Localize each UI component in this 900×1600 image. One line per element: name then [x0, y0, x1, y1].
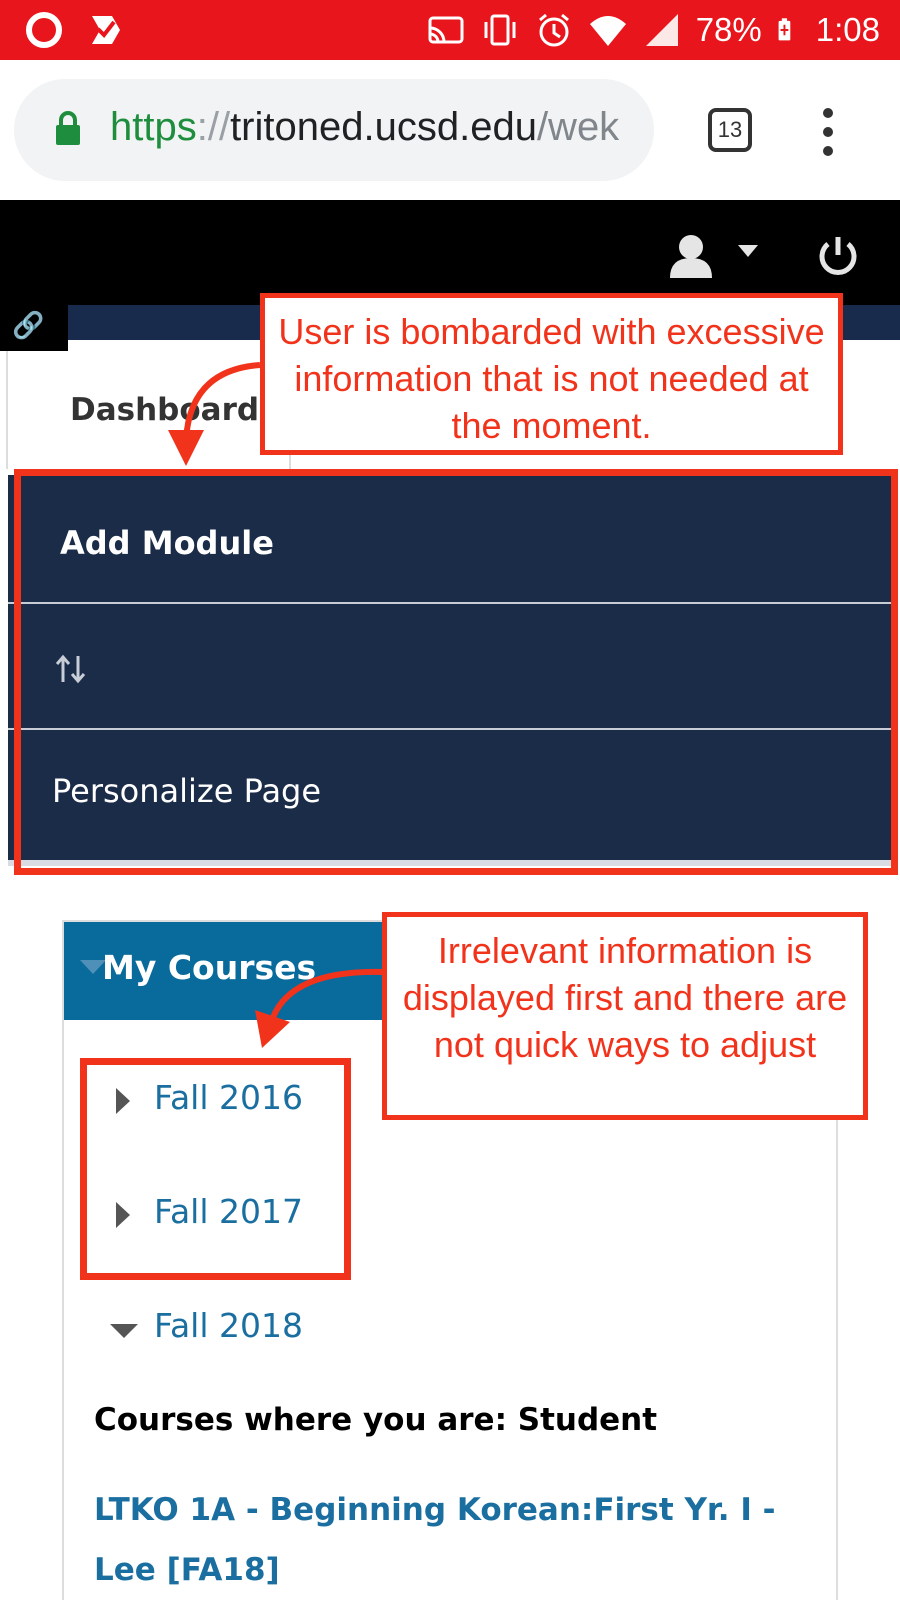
lock-icon — [56, 111, 80, 145]
url-path: /wek — [536, 105, 620, 149]
url-separator: :// — [196, 105, 231, 149]
vibrate-icon — [484, 14, 516, 46]
url-host: tritoned.ucsd.edu — [230, 105, 537, 149]
opera-icon — [26, 12, 62, 48]
highlight-box-menu — [14, 469, 898, 875]
chevron-down-icon[interactable] — [738, 245, 758, 257]
alarm-icon — [538, 13, 569, 47]
site-header — [0, 200, 900, 305]
browser-toolbar: https://tritoned.ucsd.edu/wek 13 — [0, 60, 900, 200]
highlight-box-terms — [80, 1058, 351, 1280]
power-icon[interactable] — [816, 234, 860, 278]
notification-icons — [24, 10, 126, 50]
status-bar: 78% 1:08 — [0, 0, 900, 60]
annotation-text: User is bombarded with excessive informa… — [278, 311, 825, 446]
role-heading: Courses where you are: Student — [94, 1402, 658, 1438]
overflow-menu-icon[interactable] — [822, 108, 834, 156]
tab-dashboard[interactable]: Dashboard — [70, 392, 259, 428]
signal-icon — [645, 14, 678, 46]
address-bar[interactable]: https://tritoned.ucsd.edu/wek — [14, 79, 654, 181]
annotation-callout: Irrelevant information is displayed firs… — [382, 912, 868, 1120]
clock: 1:08 — [815, 11, 880, 48]
course-link[interactable]: LTKO 1A - Beginning Korean:First Yr. I -… — [94, 1480, 814, 1600]
my-courses-title: My Courses — [102, 948, 317, 987]
annotation-text: Irrelevant information is displayed firs… — [402, 930, 848, 1065]
url-scheme: https — [110, 105, 197, 149]
cast-icon — [428, 16, 464, 44]
battery-percent: 78% — [695, 11, 762, 48]
system-icons: 78% 1:08 — [426, 10, 880, 50]
term-label: Fall 2018 — [154, 1306, 303, 1345]
tab-switcher-button[interactable]: 13 — [708, 108, 752, 152]
link-icon[interactable]: 🔗 — [0, 305, 68, 351]
annotation-callout: User is bombarded with excessive informa… — [260, 293, 843, 455]
wifi-icon — [589, 16, 626, 46]
url-text[interactable]: https://tritoned.ucsd.edu/wek — [110, 105, 619, 150]
collapse-arrow-icon — [110, 1324, 138, 1338]
tasks-check-icon — [92, 16, 120, 44]
user-avatar-icon[interactable] — [668, 232, 714, 278]
battery-charging-icon — [778, 18, 791, 41]
